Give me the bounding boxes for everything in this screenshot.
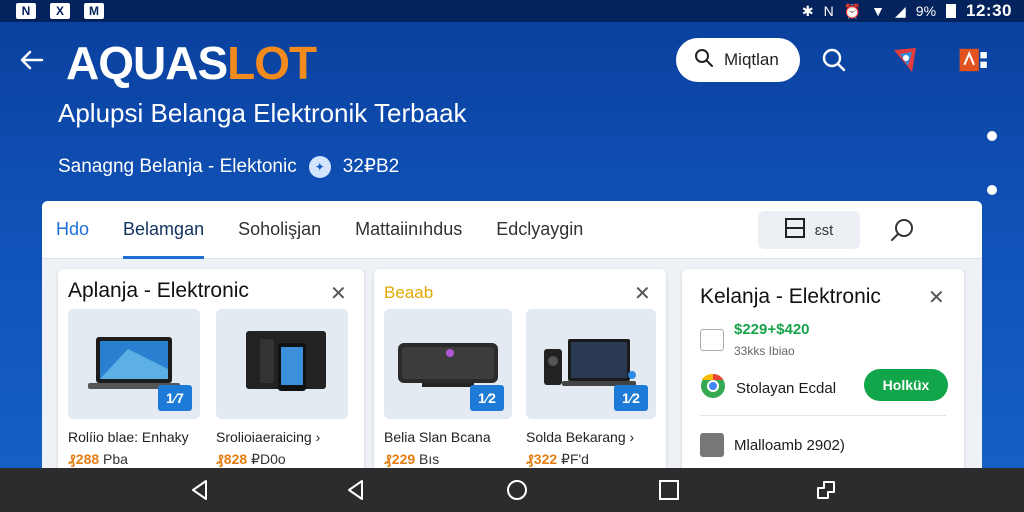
product-name: Srolioiaeraicing › — [216, 429, 321, 445]
back-triangle-icon[interactable] — [344, 478, 368, 502]
wifi-icon: ▼ — [871, 3, 885, 19]
system-nav-bar — [0, 468, 1024, 512]
product-card[interactable]: Beaab ✕ 1⁄2 Belia Slan Bcana ₰229 Bıs 1⁄… — [374, 269, 666, 481]
product-item[interactable]: 1⁄7 Rolíio blae: Enhaky ₰288 Pba — [68, 309, 200, 467]
rotate-screen-icon[interactable] — [814, 478, 838, 502]
battery-icon — [946, 4, 957, 18]
shop-app-icon[interactable] — [890, 44, 922, 76]
filter-button[interactable]: ɛst — [758, 211, 860, 249]
product-image — [216, 309, 348, 419]
cart-summary-card[interactable]: Kelanja - Elektronic ✕ $229+$420 33kks I… — [682, 269, 964, 481]
clock: 12:30 — [966, 1, 1012, 20]
product-price: ₰229 Bıs — [384, 451, 440, 467]
product-name: Belia Slan Bcana — [384, 429, 491, 445]
card-title: Aplanja - Elektronic — [68, 279, 249, 302]
recents-square-icon[interactable] — [657, 478, 681, 502]
status-bar: N X M ✱ N ⏰ ▼ ◢ 9% 12:30 — [0, 0, 1024, 22]
divider — [700, 415, 946, 416]
tab-edclyaygin[interactable]: Edclyaygin — [496, 201, 583, 259]
page-indicator-dot — [987, 185, 997, 195]
seller-row: Stolayan Ecdal — [700, 373, 836, 404]
product-image: 1⁄2 — [384, 309, 512, 419]
alarm-icon: ⏰ — [843, 2, 862, 19]
search-icon[interactable] — [818, 44, 850, 76]
chrome-icon — [700, 373, 726, 404]
card-title: Kelanja - Elektronic — [700, 285, 881, 308]
product-name: Solda Bekarang › — [526, 429, 635, 445]
tab-search-icon[interactable] — [888, 217, 916, 245]
search-icon — [694, 48, 714, 73]
page-headline: Aplupsi Belanga Elektronik Terbaak — [58, 98, 467, 128]
tab-bar: Hdo Belamgan Soholişjan Mattaiinıhdus Ed… — [42, 201, 982, 259]
product-price: ₰288 Pba — [68, 451, 128, 467]
back-arrow-icon[interactable] — [18, 46, 46, 74]
total-price: $229+$420 — [734, 321, 810, 338]
tab-soholisjan[interactable]: Soholişjan — [238, 201, 321, 259]
quantity-badge: 1⁄2 — [470, 385, 504, 411]
bluetooth-icon: ✱ — [801, 2, 814, 19]
app-logo: AQUASLOT — [66, 37, 317, 89]
card-title: Beaab — [384, 283, 434, 302]
tab-belamgan[interactable]: Belamgan — [123, 201, 205, 259]
product-image: 1⁄2 — [526, 309, 656, 419]
footer-row: Mlalloamb 2902) — [700, 433, 845, 457]
nfc-icon: N — [823, 3, 834, 19]
price-subtext: 33kks Ibiao — [734, 344, 795, 358]
product-item[interactable]: 1⁄2 Solda Bekarang › ₰322 ₽F'd — [526, 309, 656, 468]
notification-n-icon: N — [16, 3, 36, 19]
quantity-badge: 1⁄2 — [614, 385, 648, 411]
checkout-button[interactable]: Holküx — [864, 369, 948, 401]
product-card[interactable]: Aplanja - Elektronic ✕ 1⁄7 Rolíio blae: … — [58, 269, 364, 481]
search-pill-button[interactable]: Miqtlan — [676, 38, 800, 82]
battery-percent: 9% — [915, 3, 937, 19]
signal-icon: ◢ — [895, 2, 906, 19]
price-row: $229+$420 33kks Ibiao — [700, 321, 810, 358]
product-item[interactable]: Srolioiaeraicing › ₰828 ₽D0o — [216, 309, 348, 468]
footer-text: Mlalloamb 2902) — [734, 436, 845, 454]
search-pill-label: Miqtlan — [724, 50, 779, 69]
checkbox-icon[interactable] — [700, 328, 724, 351]
close-icon[interactable]: ✕ — [330, 281, 347, 306]
quantity-badge: 1⁄7 — [158, 385, 192, 411]
device-icon — [700, 433, 724, 457]
product-item[interactable]: 1⁄2 Belia Slan Bcana ₰229 Bıs — [384, 309, 512, 467]
filter-label: ɛst — [814, 221, 834, 239]
chevron-right-icon: › — [629, 429, 635, 445]
product-price: ₰828 ₽D0o — [216, 451, 286, 467]
seller-name: Stolayan Ecdal — [736, 380, 837, 397]
main-panel: Hdo Belamgan Soholişjan Mattaiinıhdus Ed… — [42, 201, 982, 481]
filter-icon — [784, 218, 805, 242]
product-name: Rolíio blae: Enhaky — [68, 429, 189, 445]
notification-m-icon: M — [84, 3, 104, 19]
pdf-app-icon[interactable] — [958, 44, 990, 76]
product-price: ₰322 ₽F'd — [526, 451, 589, 467]
tab-hdo[interactable]: Hdo — [56, 201, 89, 259]
close-icon[interactable]: ✕ — [928, 285, 945, 310]
home-circle-icon[interactable] — [505, 478, 529, 502]
tab-mattaiinihdus[interactable]: Mattaiinıhdus — [355, 201, 462, 259]
subline-badge-text: 32₽B2 — [342, 156, 400, 177]
subline-text: Sanagng Belanja - Elektonic — [58, 155, 297, 177]
notification-x-icon: X — [50, 3, 70, 19]
page-subline: Sanagng Belanja - Elektonic ✦ 32₽B2 — [58, 155, 399, 178]
page-indicator-dot — [987, 131, 997, 141]
close-icon[interactable]: ✕ — [634, 281, 651, 306]
verified-icon: ✦ — [308, 155, 331, 178]
chevron-right-icon: › — [315, 429, 321, 445]
back-triangle-icon[interactable] — [188, 478, 212, 502]
product-image: 1⁄7 — [68, 309, 200, 419]
